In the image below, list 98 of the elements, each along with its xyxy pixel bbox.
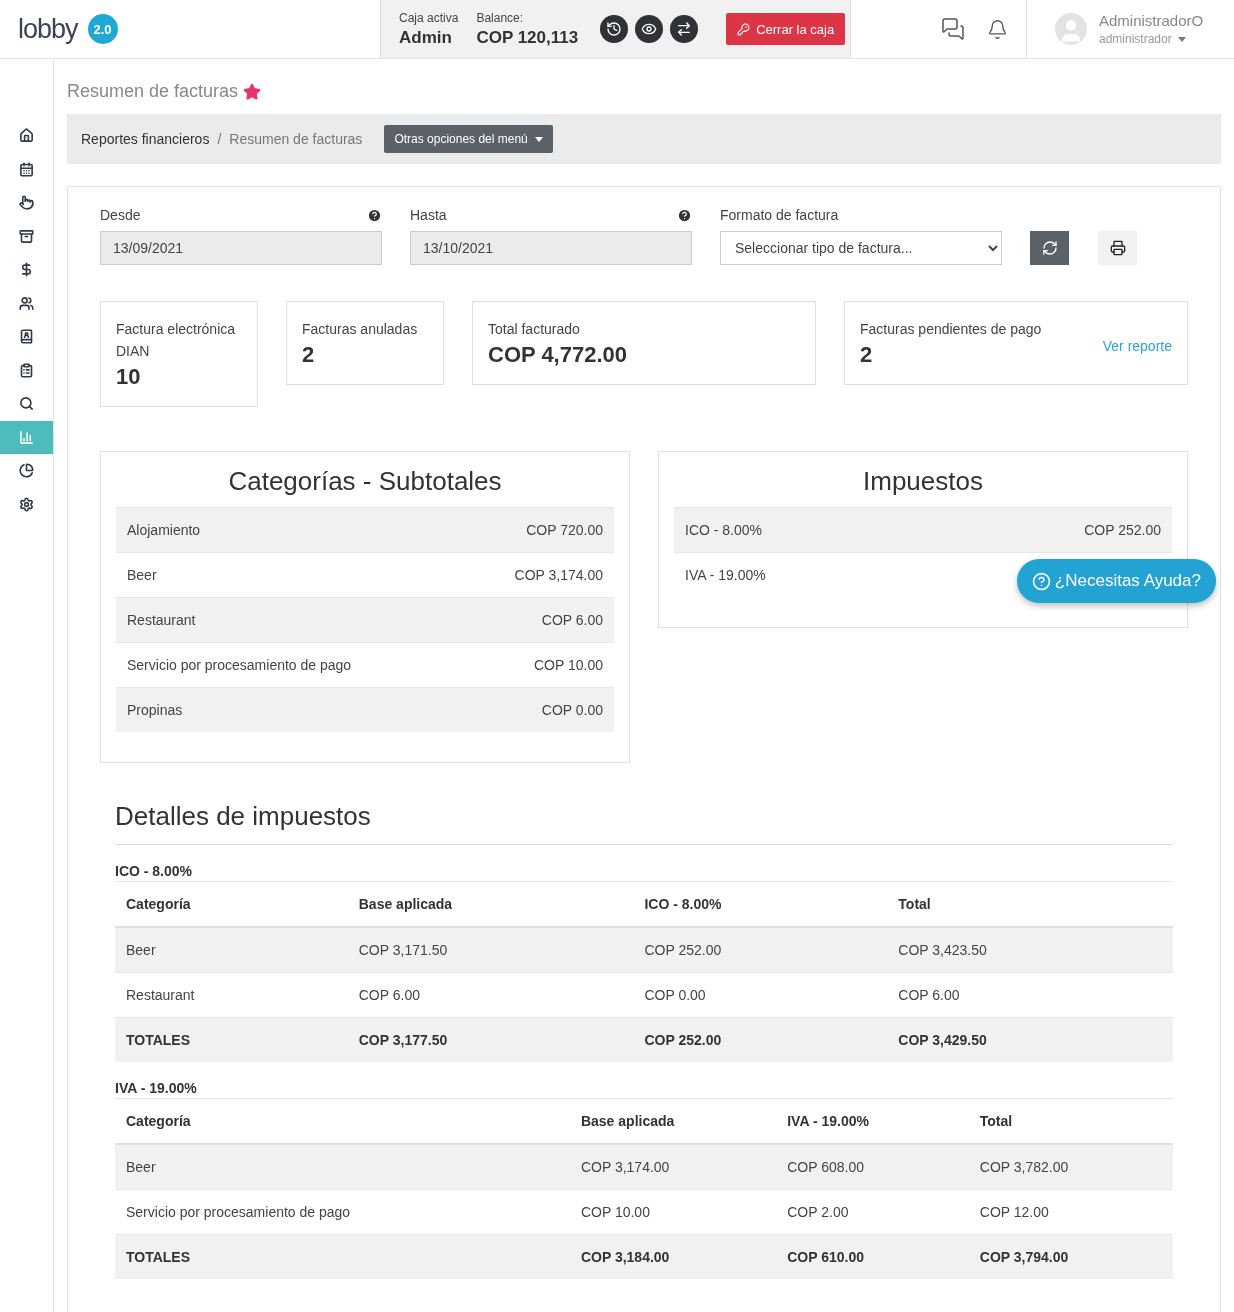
user-name: AdministradorO [1099, 12, 1204, 29]
table-cell: COP 3,423.50 [887, 927, 1173, 972]
stat-value: 2 [302, 342, 316, 368]
search-icon [19, 396, 34, 412]
swap-arrows-icon [676, 21, 693, 37]
logo: lobby [18, 13, 78, 45]
help-icon[interactable] [677, 207, 692, 223]
settings-icon [19, 496, 34, 512]
total-cell: TOTALES [115, 1017, 348, 1062]
version-badge: 2.0 [87, 14, 118, 44]
row-amount: COP 252.00 [1084, 522, 1161, 538]
total-cell: TOTALES [115, 1234, 570, 1279]
history-button[interactable] [600, 15, 629, 43]
bar-chart-icon [19, 429, 34, 445]
refresh-icon [1041, 240, 1058, 256]
row-amount: COP 720.00 [526, 522, 603, 538]
key-icon [737, 22, 751, 36]
pie-chart-icon [19, 463, 34, 479]
breadcrumb-separator: / [217, 131, 222, 147]
total-cell: COP 3,429.50 [887, 1017, 1173, 1062]
caja-label: Caja activa [399, 10, 459, 25]
table-cell: COP 3,171.50 [347, 927, 634, 972]
users-icon [19, 295, 34, 311]
help-icon[interactable] [367, 207, 382, 223]
table-cell: Beer [115, 1144, 570, 1189]
total-cell: COP 610.00 [776, 1234, 969, 1279]
menu-options-button[interactable]: Otras opciones del menú [384, 125, 553, 153]
table-cell: COP 608.00 [776, 1144, 969, 1189]
panel-title: Categorías - Subtotales [227, 466, 503, 497]
date-label: Hasta [410, 207, 447, 223]
print-button[interactable] [1098, 231, 1137, 265]
date-field[interactable]: 13/10/2021 [410, 231, 692, 265]
table-cell: Restaurant [115, 972, 348, 1017]
balance-value: COP 120,113 [476, 27, 579, 48]
row-label: Propinas [127, 702, 183, 718]
refresh-button[interactable] [1030, 231, 1069, 265]
total-cell: COP 3,184.00 [569, 1234, 777, 1279]
row-amount: COP 3,174.00 [514, 567, 603, 583]
row-label: Restaurant [127, 612, 196, 628]
table-cell: COP 3,174.00 [569, 1144, 777, 1189]
stat-title: Total facturado [488, 320, 581, 339]
clipboard-list-icon [19, 362, 34, 378]
home-icon [19, 128, 34, 144]
transfer-button[interactable] [670, 15, 699, 43]
dollar-icon [19, 262, 34, 278]
history-icon [606, 21, 623, 37]
table-cell: Servicio por procesamiento de pago [115, 1189, 570, 1234]
stat-value: COP 4,772.00 [488, 342, 628, 368]
row-amount: COP 10.00 [534, 657, 603, 673]
breadcrumb-link[interactable]: Reportes financieros [81, 131, 210, 147]
table-cell: Beer [115, 927, 348, 972]
total-cell: COP 252.00 [633, 1017, 888, 1062]
date-field[interactable]: 13/09/2021 [100, 231, 382, 265]
format-label: Formato de factura [720, 207, 839, 223]
tax-section-title: IVA - 19.00% [115, 1062, 1173, 1099]
page-title: Resumen de facturas [67, 81, 239, 102]
total-cell: COP 3,177.50 [347, 1017, 634, 1062]
section-title: Detalles de impuestos [115, 801, 1173, 845]
stat-title: Factura electrónica DIAN [116, 320, 237, 361]
printer-icon [1109, 240, 1126, 256]
row-label: Alojamiento [127, 522, 201, 538]
row-label: Servicio por procesamiento de pago [127, 657, 352, 673]
hand-pointer-icon [19, 195, 34, 211]
row-label: Beer [127, 567, 157, 583]
notification-bell-icon[interactable] [987, 18, 1008, 40]
stat-value: 10 [116, 364, 142, 390]
tax-section-title: ICO - 8.00% [115, 845, 1173, 882]
calendar-icon [19, 161, 34, 177]
help-icon [1031, 571, 1051, 591]
favorite-star-icon[interactable] [243, 82, 262, 101]
eye-icon [641, 21, 658, 37]
view-button[interactable] [635, 15, 664, 43]
table-cell: COP 2.00 [776, 1189, 969, 1234]
table-cell: COP 252.00 [633, 927, 888, 972]
table-cell: COP 3,782.00 [968, 1144, 1173, 1189]
archive-box-icon [19, 228, 34, 244]
table-cell: COP 6.00 [887, 972, 1173, 1017]
row-amount: COP 6.00 [541, 612, 603, 628]
balance-label: Balance: [476, 10, 525, 25]
table-cell: COP 6.00 [347, 972, 634, 1017]
date-label: Desde [100, 207, 141, 223]
stat-value: 2 [860, 342, 874, 368]
stat-title: Facturas anuladas [302, 320, 418, 339]
invoice-type-select[interactable]: Seleccionar tipo de factura... [720, 231, 1002, 265]
row-label: ICO - 8.00% [685, 522, 763, 538]
total-cell: COP 3,794.00 [968, 1234, 1173, 1279]
breadcrumb-link[interactable]: Resumen de facturas [229, 131, 363, 147]
address-book-icon [19, 329, 34, 345]
close-register-button[interactable]: Cerrar la caja [726, 13, 846, 45]
table-cell: COP 10.00 [569, 1189, 777, 1234]
chat-icon[interactable] [941, 17, 965, 41]
caja-value: Admin [399, 27, 453, 48]
stat-title: Facturas pendientes de pago [860, 320, 1042, 339]
panel-title: Impuestos [862, 466, 984, 497]
table-cell: COP 12.00 [968, 1189, 1173, 1234]
table-cell: COP 0.00 [633, 972, 888, 1017]
row-amount: COP 0.00 [541, 702, 603, 718]
row-label: IVA - 19.00% [685, 567, 766, 583]
